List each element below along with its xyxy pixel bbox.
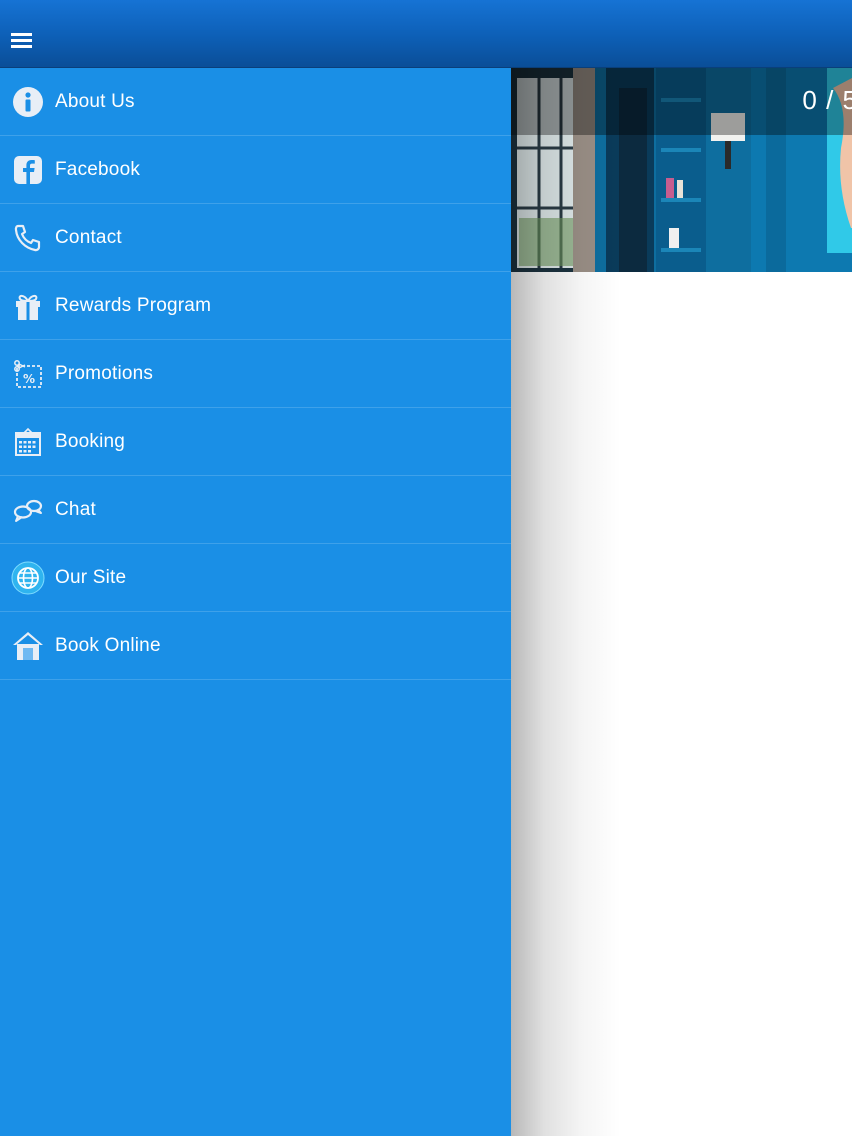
phone-icon (10, 220, 46, 256)
menu-item-promotions[interactable]: % Promotions (0, 340, 511, 408)
app-screen: 0 / 5 About Us Facebook Contact Rewards … (0, 0, 852, 1136)
slide-counter: 0 / 5 (802, 85, 852, 115)
menu-item-our-site[interactable]: Our Site (0, 544, 511, 612)
menu-item-label: Facebook (55, 158, 141, 180)
navigation-drawer: About Us Facebook Contact Rewards Progra… (0, 0, 511, 1136)
home-icon (10, 628, 46, 664)
calendar-icon (10, 424, 46, 460)
slider-caption-bar (511, 68, 852, 135)
main-content-area (511, 272, 852, 1136)
info-icon (10, 84, 46, 120)
menu-item-label: Our Site (55, 566, 127, 588)
coupon-icon: % (10, 356, 46, 392)
menu-item-label: Contact (55, 226, 122, 248)
globe-icon (10, 560, 46, 596)
menu-item-rewards-program[interactable]: Rewards Program (0, 272, 511, 340)
menu-item-label: Rewards Program (55, 294, 212, 316)
menu-item-contact[interactable]: Contact (0, 204, 511, 272)
menu-item-chat[interactable]: Chat (0, 476, 511, 544)
hamburger-menu-icon (11, 33, 32, 48)
drawer-header-bar (0, 0, 511, 68)
menu-item-label: Promotions (55, 362, 154, 384)
drawer-menu-list: About Us Facebook Contact Rewards Progra… (0, 68, 511, 680)
menu-item-facebook[interactable]: Facebook (0, 136, 511, 204)
image-slider[interactable]: 0 / 5 (511, 68, 852, 272)
hamburger-menu-button[interactable] (6, 24, 38, 56)
facebook-icon (10, 152, 46, 188)
menu-item-label: Book Online (55, 634, 161, 656)
menu-item-book-online[interactable]: Book Online (0, 612, 511, 680)
svg-text:%: % (23, 372, 35, 386)
gift-icon (10, 288, 46, 324)
menu-item-label: Chat (55, 498, 96, 520)
menu-item-label: Booking (55, 430, 126, 452)
menu-item-booking[interactable]: Booking (0, 408, 511, 476)
chat-icon (10, 492, 46, 528)
menu-item-about-us[interactable]: About Us (0, 68, 511, 136)
menu-item-label: About Us (55, 90, 135, 112)
main-header-bar (511, 0, 852, 68)
